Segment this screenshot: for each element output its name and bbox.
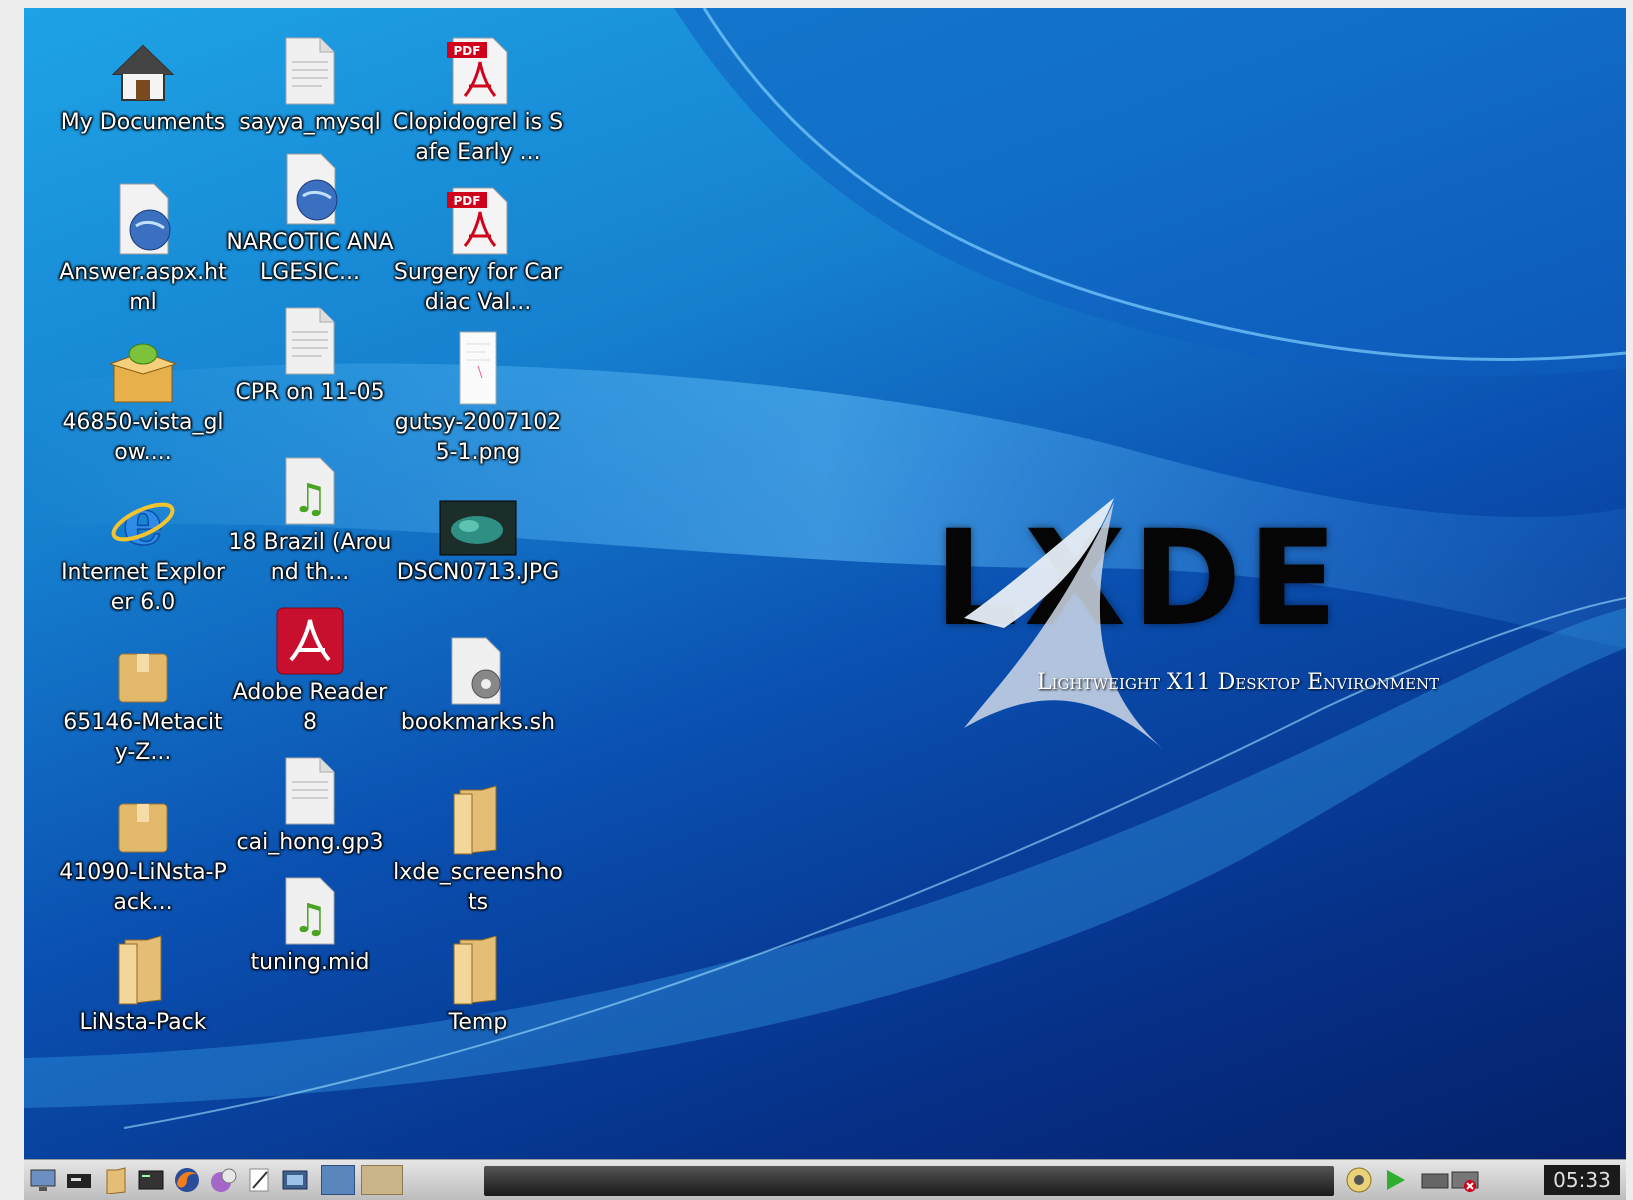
html-document-icon <box>103 176 183 256</box>
svg-text:e: e <box>123 486 164 556</box>
desktop-icon-clopidogrel[interactable]: PDF Clopidogrel is Safe Early ... <box>392 26 564 168</box>
desktop-icon-18-brazil[interactable]: ♫ 18 Brazil (Around th... <box>224 446 396 588</box>
lxde-logo-subtitle: Lightweight X11 Desktop Environment <box>1037 670 1440 695</box>
text-file-icon <box>270 746 350 826</box>
pdf-icon: PDF <box>438 26 518 106</box>
workspace-2[interactable] <box>360 1165 404 1195</box>
html-document-icon <box>270 146 350 226</box>
desktop: My Documents Answer.aspx.html 46850-vist… <box>24 8 1626 1200</box>
pdf-icon: PDF <box>438 176 518 256</box>
desktop-icon-bookmarks-sh[interactable]: bookmarks.sh <box>392 626 564 738</box>
text-editor-icon[interactable] <box>244 1165 274 1195</box>
media-player-icon[interactable] <box>208 1165 238 1195</box>
archive-icon <box>103 626 183 706</box>
adobe-reader-icon <box>270 596 350 676</box>
script-icon <box>438 626 518 706</box>
clock[interactable]: 05:33 <box>1544 1165 1620 1195</box>
show-desktop-icon[interactable] <box>28 1165 58 1195</box>
svg-text:♫: ♫ <box>292 476 328 522</box>
terminal-icon[interactable] <box>64 1165 94 1195</box>
svg-text:♫: ♫ <box>292 896 328 942</box>
folder-icon <box>103 926 183 1006</box>
svg-text:PDF: PDF <box>454 44 481 58</box>
desktop-icon-narcotic-analgesic[interactable]: NARCOTIC ANALGESIC... <box>224 146 396 288</box>
desktop-icon-dscn0713[interactable]: DSCN0713.JPG <box>392 476 564 588</box>
photo-thumbnail-icon <box>438 476 518 556</box>
folder-icon <box>438 776 518 856</box>
home-icon <box>103 26 183 106</box>
desktop-icon-internet-explorer[interactable]: e Internet Explorer 6.0 <box>57 476 229 618</box>
desktop-icon-my-documents[interactable]: My Documents <box>57 26 229 138</box>
volume-icon[interactable] <box>1344 1165 1374 1195</box>
desktop-icon-41090-linsta-pack[interactable]: 41090-LiNsta-Pack... <box>57 776 229 918</box>
folder-icon <box>438 926 518 1006</box>
desktop-icon-lxde-screenshots[interactable]: lxde_screenshots <box>392 776 564 918</box>
desktop-icon-linsta-pack[interactable]: LiNsta-Pack <box>57 926 229 1038</box>
screenshot-icon[interactable] <box>280 1165 310 1195</box>
terminal-window-icon[interactable] <box>136 1165 166 1195</box>
desktop-icon-surgery-cardiac[interactable]: PDF Surgery for Cardiac Val... <box>392 176 564 318</box>
internet-explorer-icon: e <box>103 476 183 556</box>
lxde-logo-swoosh <box>964 498 1164 750</box>
image-file-icon <box>438 326 518 406</box>
workspace-1[interactable] <box>320 1165 356 1195</box>
desktop-icon-cpr-on-11-05[interactable]: CPR on 11-05 <box>224 296 396 408</box>
desktop-icon-adobe-reader-8[interactable]: Adobe Reader 8 <box>224 596 396 738</box>
audio-file-icon: ♫ <box>270 866 350 946</box>
desktop-icon-answer-aspx[interactable]: Answer.aspx.html <box>57 176 229 318</box>
firefox-icon[interactable] <box>172 1165 202 1195</box>
desktop-icon-sayya-mysql[interactable]: sayya_mysql <box>224 26 396 138</box>
svg-text:PDF: PDF <box>454 194 481 208</box>
archive-icon <box>103 776 183 856</box>
package-icon <box>103 326 183 406</box>
desktop-icon-46850-vista-glow[interactable]: 46850-vista_glow.... <box>57 326 229 468</box>
desktop-icon-cai-hong[interactable]: cai_hong.gp3 <box>224 746 396 858</box>
file-manager-icon[interactable] <box>100 1165 130 1195</box>
desktop-icon-gutsy-png[interactable]: gutsy-20071025-1.png <box>392 326 564 468</box>
text-file-icon <box>270 296 350 376</box>
battery-icon[interactable] <box>1416 1165 1486 1195</box>
desktop-icon-65146-metacity[interactable]: 65146-Metacity-Z... <box>57 626 229 768</box>
network-icon[interactable] <box>1380 1165 1410 1195</box>
desktop-icon-tuning-mid[interactable]: ♫ tuning.mid <box>224 866 396 978</box>
audio-file-icon: ♫ <box>270 446 350 526</box>
text-file-icon <box>270 26 350 106</box>
taskbar: 05:33 <box>24 1159 1626 1200</box>
task-list[interactable] <box>484 1166 1334 1196</box>
desktop-icon-temp[interactable]: Temp <box>392 926 564 1038</box>
